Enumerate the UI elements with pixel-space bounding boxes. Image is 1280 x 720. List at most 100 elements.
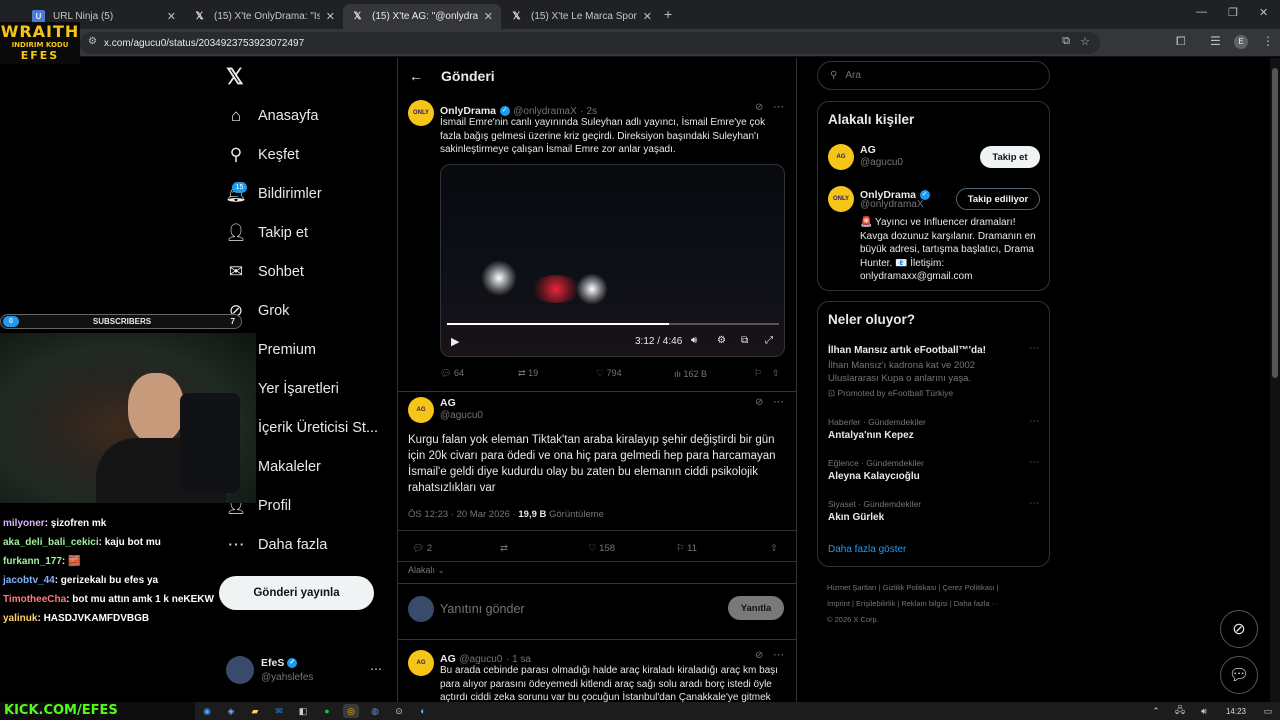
reply-action[interactable]: 💬︎ 64: [440, 368, 518, 379]
grok-icon[interactable]: ⊘: [755, 650, 763, 661]
folder-icon[interactable]: ▰: [247, 704, 263, 718]
chat-message: milyoner: şizofren mk: [3, 518, 107, 529]
post-button[interactable]: Gönderi yayınla: [219, 576, 374, 610]
more-options-icon[interactable]: ⋯: [1029, 498, 1039, 509]
tray-chevron-icon[interactable]: ⌃: [1148, 704, 1164, 718]
url-bar[interactable]: ⚙ x.com/agucu0/status/203492375392307249…: [80, 32, 1100, 54]
tab-search-icon[interactable]: ☰: [1210, 34, 1221, 48]
nav-follow[interactable]: 👤︎ Takip et: [225, 223, 308, 243]
avatar[interactable]: ONLY: [828, 186, 854, 212]
nav-chat[interactable]: ✉ Sohbet: [226, 262, 304, 282]
more-options-icon[interactable]: ⋯: [1029, 457, 1039, 468]
more-options-icon[interactable]: ⋯: [370, 662, 382, 676]
taskbar: ◉ ◈ ▰ ✉ ◧ ● ◎ ◍ ⊙ ◐ ⌃ 🖧︎ 🔊︎ 14:23 ▭: [195, 702, 1280, 720]
close-tab-icon[interactable]: ✕: [484, 10, 493, 23]
chrome-icon[interactable]: ◎: [343, 704, 359, 718]
reply-input[interactable]: [440, 598, 720, 620]
close-tab-icon[interactable]: ✕: [167, 10, 176, 23]
views-action[interactable]: ılı 162 B: [674, 369, 754, 379]
app-icon[interactable]: ⊙: [391, 704, 407, 718]
more-options-icon[interactable]: ⋯: [773, 395, 784, 408]
browser-menu-icon[interactable]: ⋮: [1262, 34, 1274, 48]
install-icon[interactable]: ⧉: [1062, 35, 1070, 48]
search-box[interactable]: ⚲ Ara: [817, 61, 1050, 90]
minimize-icon[interactable]: —: [1196, 6, 1207, 18]
app-icon[interactable]: ◈: [223, 704, 239, 718]
browser-tab-3-active[interactable]: 𝕏 (15) X'te AG: "@onlydramaX Ku ✕: [343, 4, 501, 29]
like-action[interactable]: ♡ 794: [596, 368, 674, 379]
steam-icon[interactable]: ◐: [415, 704, 431, 718]
x-logo-icon: 𝕏: [195, 11, 204, 22]
avatar[interactable]: AG: [828, 144, 854, 170]
restore-icon[interactable]: ❐: [1228, 6, 1238, 19]
more-options-icon[interactable]: ⋯: [773, 100, 784, 113]
nav-more[interactable]: ⋯ Daha fazla: [226, 535, 328, 555]
spotify-icon[interactable]: ●: [319, 704, 335, 718]
x-logo-icon[interactable]: 𝕏: [226, 64, 244, 90]
network-icon[interactable]: 🖧︎: [1172, 704, 1188, 718]
browser-tab-2[interactable]: 𝕏 (15) X'te OnlyDrama: "İsmail Em ✕: [185, 4, 343, 29]
avatar[interactable]: AG: [408, 650, 434, 676]
close-tab-icon[interactable]: ✕: [326, 10, 335, 23]
sort-dropdown[interactable]: Alakalı ⌄: [408, 565, 445, 576]
avatar[interactable]: AG: [408, 397, 434, 423]
grok-icon[interactable]: ⊘: [755, 102, 763, 113]
grok-icon[interactable]: ⊘: [755, 397, 763, 408]
repost-action[interactable]: ⇄ 19: [518, 368, 596, 379]
messages-float-button[interactable]: 💬︎: [1220, 656, 1258, 694]
fullscreen-icon[interactable]: ⤢: [765, 335, 773, 346]
mail-app-icon[interactable]: ✉: [271, 704, 287, 718]
nav-home[interactable]: ⌂ Anasayfa: [226, 106, 319, 126]
show-more-link[interactable]: Daha fazla göster: [828, 544, 906, 555]
footer-links: Hizmet Şartları | Gizlilik Politikası | …: [827, 583, 1000, 624]
new-tab-icon[interactable]: +: [664, 6, 672, 22]
extensions-icon[interactable]: ⧠: [1176, 34, 1186, 49]
quoted-post-author[interactable]: OnlyDrama ✓ @onlydramaX · 2s: [440, 102, 597, 117]
follow-button[interactable]: Takip et: [980, 146, 1040, 168]
speaker-icon[interactable]: 🔊︎: [1196, 704, 1212, 718]
reply-button[interactable]: Yanıtla: [728, 596, 784, 620]
site-info-icon[interactable]: ⚙: [88, 36, 97, 47]
reply-action[interactable]: 💬︎ 2: [412, 543, 500, 554]
like-action[interactable]: ♡ 158: [588, 543, 676, 554]
browser-tab-4[interactable]: 𝕏 (15) X'te Le Marca Sports: "SON ✕: [502, 4, 660, 29]
pip-icon[interactable]: ⧉: [741, 335, 748, 346]
following-button[interactable]: Takip ediliyor: [956, 188, 1040, 210]
video-time: 3:12 / 4:46: [635, 336, 683, 347]
avatar[interactable]: ONLY: [408, 100, 434, 126]
play-icon[interactable]: ▶: [451, 335, 459, 348]
volume-icon[interactable]: 🔊︎: [691, 335, 697, 346]
grok-float-button[interactable]: ⊘: [1220, 610, 1258, 648]
video-player[interactable]: ▶ 3:12 / 4:46 🔊︎ ⚙ ⧉ ⤢: [440, 164, 785, 357]
app-icon[interactable]: ◧: [295, 704, 311, 718]
page-title: Gönderi: [441, 68, 495, 84]
share-icon[interactable]: ⇧: [770, 543, 778, 554]
bookmark-star-icon[interactable]: ☆: [1080, 35, 1090, 48]
more-options-icon[interactable]: ⋯: [1029, 343, 1039, 354]
nav-explore[interactable]: ⚲ Keşfet: [226, 145, 299, 165]
avatar: [226, 656, 254, 684]
account-switcher[interactable]: EfeS ✓ @yahslefes ⋯: [226, 656, 396, 688]
streamer-face: [128, 373, 184, 443]
bookmark-action[interactable]: ⚐ 11: [676, 543, 770, 554]
discord-icon[interactable]: ◍: [367, 704, 383, 718]
video-progress-track[interactable]: [447, 323, 779, 325]
edge-icon[interactable]: ◉: [199, 704, 215, 718]
share-icon[interactable]: ⇧: [772, 368, 780, 379]
close-tab-icon[interactable]: ✕: [643, 10, 652, 23]
chat-message: jacobtv_44: gerizekalı bu efes ya: [3, 575, 159, 586]
grok-icon: ⊘: [1232, 621, 1246, 638]
settings-gear-icon[interactable]: ⚙: [717, 335, 726, 346]
scrollbar[interactable]: [1270, 58, 1280, 702]
profile-avatar-icon[interactable]: E: [1234, 35, 1248, 49]
more-options-icon[interactable]: ⋯: [1029, 416, 1039, 427]
notification-icon[interactable]: ▭: [1260, 704, 1276, 718]
repost-action[interactable]: ⇄: [500, 543, 588, 554]
more-options-icon[interactable]: ⋯: [773, 648, 784, 661]
reply-author[interactable]: AG @agucu0 · 1 sa: [440, 650, 531, 665]
back-arrow-icon[interactable]: ←: [409, 68, 423, 84]
close-window-icon[interactable]: ✕: [1259, 6, 1268, 19]
scrollbar-thumb[interactable]: [1272, 68, 1278, 378]
search-icon: ⚲: [229, 145, 243, 164]
bookmark-icon[interactable]: ⚐: [754, 368, 772, 379]
